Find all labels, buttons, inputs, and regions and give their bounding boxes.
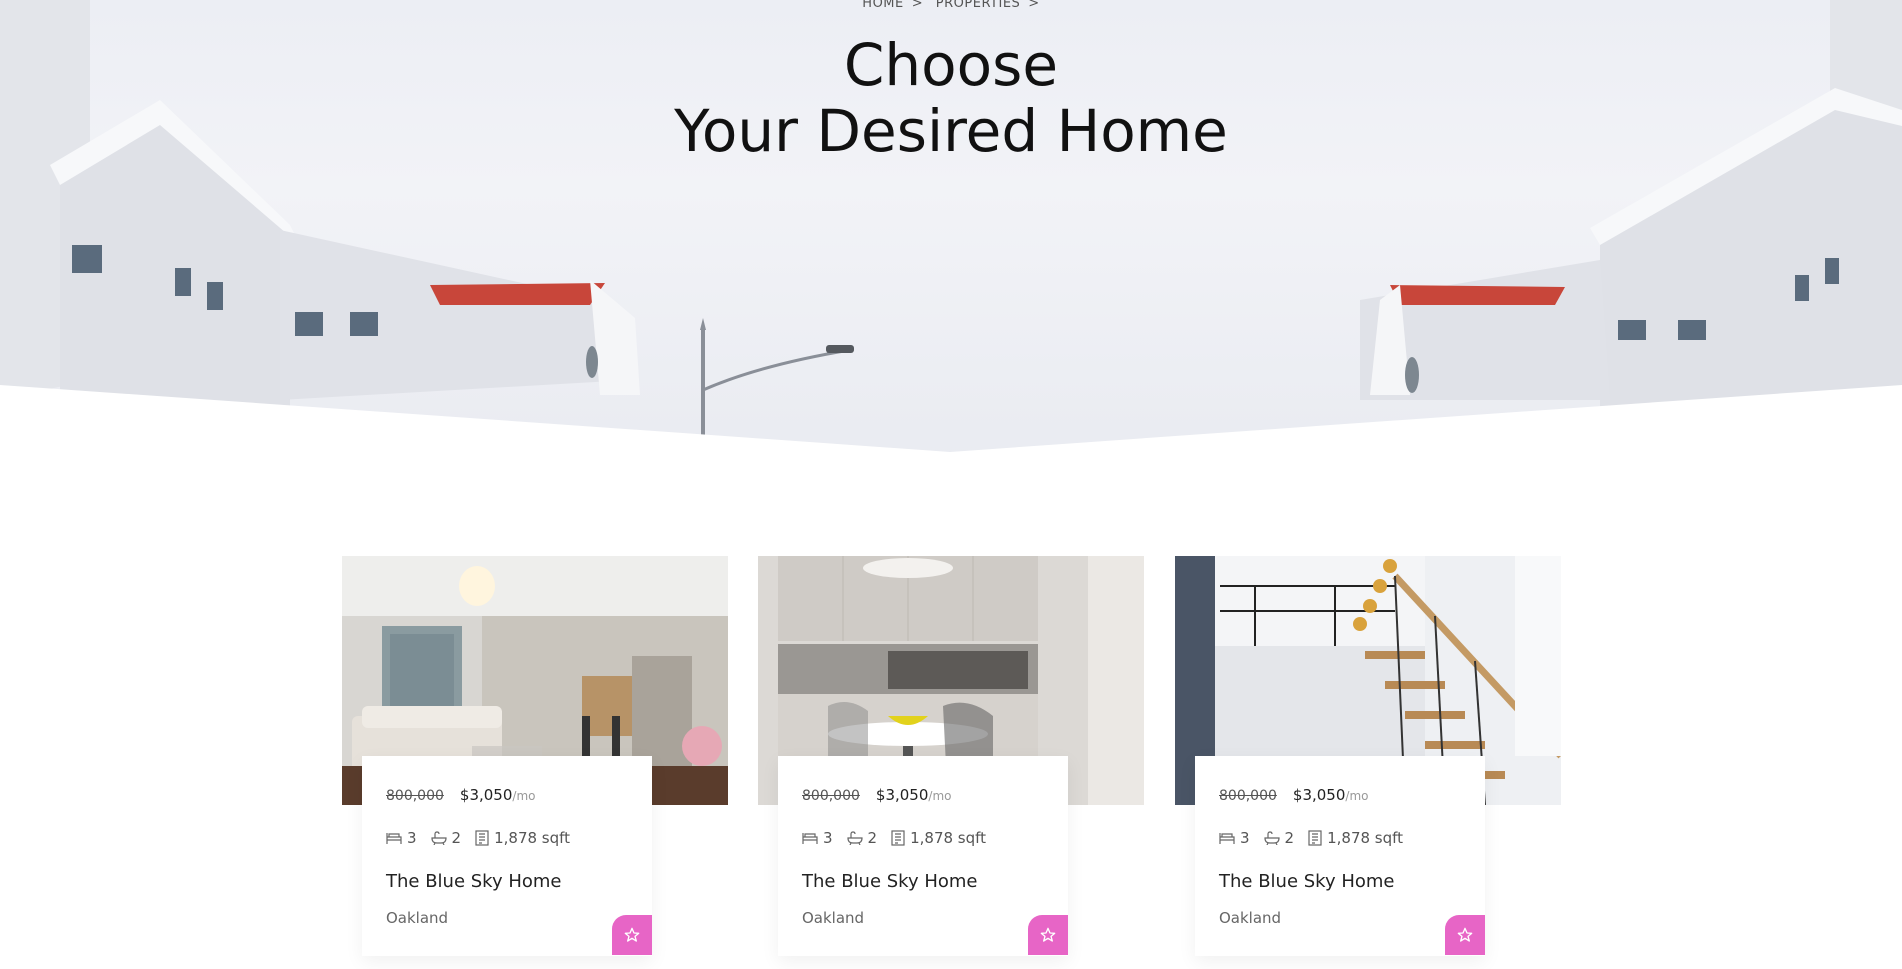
price-row: 800,000 $3,050/mo	[386, 786, 535, 804]
breadcrumb-home[interactable]: HOME	[862, 0, 903, 11]
bath-icon	[846, 831, 863, 845]
spec-baths: 2	[846, 829, 877, 847]
spec-beds: 3	[802, 829, 833, 847]
bed-icon	[386, 833, 402, 844]
price: $3,050	[875, 786, 929, 804]
spec-area: 1,878 sqft	[1308, 829, 1403, 847]
bed-icon	[1219, 833, 1235, 844]
spec-area: 1,878 sqft	[891, 829, 986, 847]
area-icon	[1308, 830, 1322, 846]
bath-icon	[1263, 831, 1280, 845]
star-icon	[624, 927, 640, 942]
price-period: /mo	[512, 789, 536, 803]
page-title-line2: Your Desired Home	[674, 97, 1228, 165]
old-price: 800,000	[1219, 788, 1277, 804]
spec-beds: 3	[386, 829, 417, 847]
property-info: 800,000 $3,050/mo 3 2 1,878 sqft The Blue…	[1195, 756, 1485, 956]
star-icon	[1457, 927, 1473, 942]
property-card[interactable]: 800,000 $3,050/mo 3 2 1,878 sqft The Blue…	[342, 556, 728, 969]
favorite-button[interactable]	[612, 915, 652, 955]
property-info: 800,000 $3,050/mo 3 2 1,878 sqft The Blue…	[362, 756, 652, 956]
property-title[interactable]: The Blue Sky Home	[1219, 871, 1395, 892]
hero-banner: HOME > PROPERTIES > Choose Your Desired Ho…	[0, 0, 1902, 470]
breadcrumb-separator: >	[1028, 0, 1040, 11]
favorite-button[interactable]	[1445, 915, 1485, 955]
spec-baths: 2	[1263, 829, 1294, 847]
price-period: /mo	[1345, 789, 1369, 803]
bath-icon	[430, 831, 447, 845]
page-title: Choose Your Desired Home	[0, 32, 1902, 164]
spec-area: 1,878 sqft	[475, 829, 570, 847]
property-location: Oakland	[386, 909, 449, 927]
spec-baths: 2	[430, 829, 461, 847]
property-card[interactable]: 800,000 $3,050/mo 3 2 1,878 sqft The Blue…	[1175, 556, 1561, 969]
property-info: 800,000 $3,050/mo 3 2 1,878 sqft The Blue…	[778, 756, 1068, 956]
property-specs: 3 2 1,878 sqft	[1219, 829, 1417, 847]
property-specs: 3 2 1,878 sqft	[386, 829, 584, 847]
property-title[interactable]: The Blue Sky Home	[386, 871, 562, 892]
breadcrumb-separator: >	[911, 0, 924, 11]
price-period: /mo	[928, 789, 952, 803]
price-row: 800,000 $3,050/mo	[802, 786, 951, 804]
property-location: Oakland	[1219, 909, 1282, 927]
property-card[interactable]: 800,000 $3,050/mo 3 2 1,878 sqft The Blue…	[758, 556, 1144, 969]
bed-icon	[802, 833, 818, 844]
spec-beds: 3	[1219, 829, 1250, 847]
area-icon	[891, 830, 905, 846]
breadcrumb-properties[interactable]: PROPERTIES	[936, 0, 1021, 11]
property-location: Oakland	[802, 909, 865, 927]
price-row: 800,000 $3,050/mo	[1219, 786, 1368, 804]
star-icon	[1040, 927, 1056, 942]
old-price: 800,000	[802, 788, 860, 804]
price: $3,050	[1292, 786, 1346, 804]
area-icon	[475, 830, 489, 846]
favorite-button[interactable]	[1028, 915, 1068, 955]
old-price: 800,000	[386, 788, 444, 804]
property-title[interactable]: The Blue Sky Home	[802, 871, 978, 892]
page-title-line1: Choose	[843, 31, 1059, 99]
property-specs: 3 2 1,878 sqft	[802, 829, 1000, 847]
property-list: 800,000 $3,050/mo 3 2 1,878 sqft The Blue…	[342, 556, 1562, 969]
breadcrumb: HOME > PROPERTIES >	[0, 0, 1902, 11]
price: $3,050	[459, 786, 513, 804]
